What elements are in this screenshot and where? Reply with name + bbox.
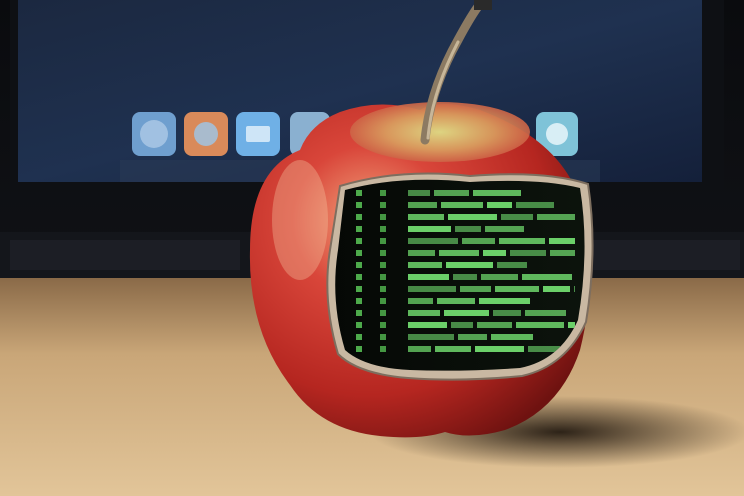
code-segment bbox=[441, 202, 483, 208]
code-segment bbox=[485, 226, 524, 232]
code-segment bbox=[525, 310, 566, 316]
code-segment bbox=[462, 238, 495, 244]
code-segment bbox=[444, 310, 489, 316]
code-segment bbox=[495, 286, 539, 292]
code-segment bbox=[446, 262, 493, 268]
code-line-marker bbox=[356, 322, 362, 328]
code-segment bbox=[408, 334, 454, 340]
code-segment bbox=[451, 322, 473, 328]
code-line-marker bbox=[356, 274, 362, 280]
code-segment bbox=[516, 202, 554, 208]
code-line-marker bbox=[380, 334, 386, 340]
code-line-marker bbox=[356, 238, 362, 244]
code-segment bbox=[408, 214, 444, 220]
code-line-marker bbox=[380, 190, 386, 196]
code-segment bbox=[435, 346, 471, 352]
code-line-marker bbox=[356, 202, 362, 208]
code-line-marker bbox=[356, 214, 362, 220]
code-line-marker bbox=[380, 322, 386, 328]
code-segment bbox=[439, 250, 479, 256]
code-segment bbox=[487, 202, 512, 208]
code-line-marker bbox=[380, 226, 386, 232]
code-line-marker bbox=[356, 298, 362, 304]
code-segment bbox=[491, 334, 533, 340]
code-segment bbox=[475, 346, 524, 352]
code-segment bbox=[448, 214, 497, 220]
code-segment bbox=[408, 250, 435, 256]
code-segment bbox=[408, 346, 431, 352]
code-segment bbox=[528, 346, 560, 352]
code-segment bbox=[537, 214, 575, 220]
code-line-marker bbox=[356, 262, 362, 268]
code-segment bbox=[455, 226, 481, 232]
code-segment bbox=[574, 286, 575, 292]
code-segment bbox=[543, 286, 570, 292]
code-segment bbox=[550, 250, 575, 256]
code-segment bbox=[510, 250, 546, 256]
code-segment bbox=[408, 310, 440, 316]
code-segment bbox=[434, 190, 469, 196]
code-line-marker bbox=[356, 346, 362, 352]
code-segment bbox=[479, 298, 530, 304]
code-segment bbox=[408, 298, 433, 304]
code-segment bbox=[497, 262, 527, 268]
code-line-marker bbox=[380, 214, 386, 220]
code-segment bbox=[481, 274, 518, 280]
code-segment bbox=[408, 262, 442, 268]
photo-scene bbox=[0, 0, 744, 496]
code-line-marker bbox=[356, 310, 362, 316]
code-line-marker bbox=[380, 298, 386, 304]
code-segment bbox=[522, 274, 572, 280]
code-segment bbox=[408, 322, 447, 328]
code-segment bbox=[460, 286, 491, 292]
code-segment bbox=[568, 322, 575, 328]
code-segment bbox=[408, 226, 451, 232]
code-line-marker bbox=[380, 274, 386, 280]
code-line-marker bbox=[380, 262, 386, 268]
code-line-marker bbox=[380, 202, 386, 208]
code-segment bbox=[483, 250, 506, 256]
code-line-marker bbox=[380, 286, 386, 292]
apple-code-photo bbox=[0, 0, 744, 496]
code-segment bbox=[493, 310, 521, 316]
code-line-marker bbox=[356, 226, 362, 232]
code-segment bbox=[408, 286, 456, 292]
code-segment bbox=[408, 202, 437, 208]
code-segment bbox=[501, 214, 533, 220]
code-segment bbox=[499, 238, 545, 244]
code-line-marker bbox=[356, 334, 362, 340]
code-segment bbox=[458, 334, 487, 340]
code-segment bbox=[473, 190, 521, 196]
code-line-marker bbox=[380, 250, 386, 256]
code-segment bbox=[408, 274, 449, 280]
code-segment bbox=[477, 322, 512, 328]
code-line-marker bbox=[380, 346, 386, 352]
apple-highlight bbox=[272, 160, 328, 280]
code-line-marker bbox=[356, 250, 362, 256]
code-line-marker bbox=[356, 286, 362, 292]
code-segment bbox=[408, 238, 458, 244]
code-line-marker bbox=[380, 310, 386, 316]
code-segment bbox=[437, 298, 475, 304]
code-segment bbox=[408, 190, 430, 196]
code-segment bbox=[549, 238, 575, 244]
code-segment bbox=[516, 322, 564, 328]
code-line-marker bbox=[356, 190, 362, 196]
code-segment bbox=[453, 274, 477, 280]
code-line-marker bbox=[380, 238, 386, 244]
apple-top bbox=[350, 102, 530, 162]
